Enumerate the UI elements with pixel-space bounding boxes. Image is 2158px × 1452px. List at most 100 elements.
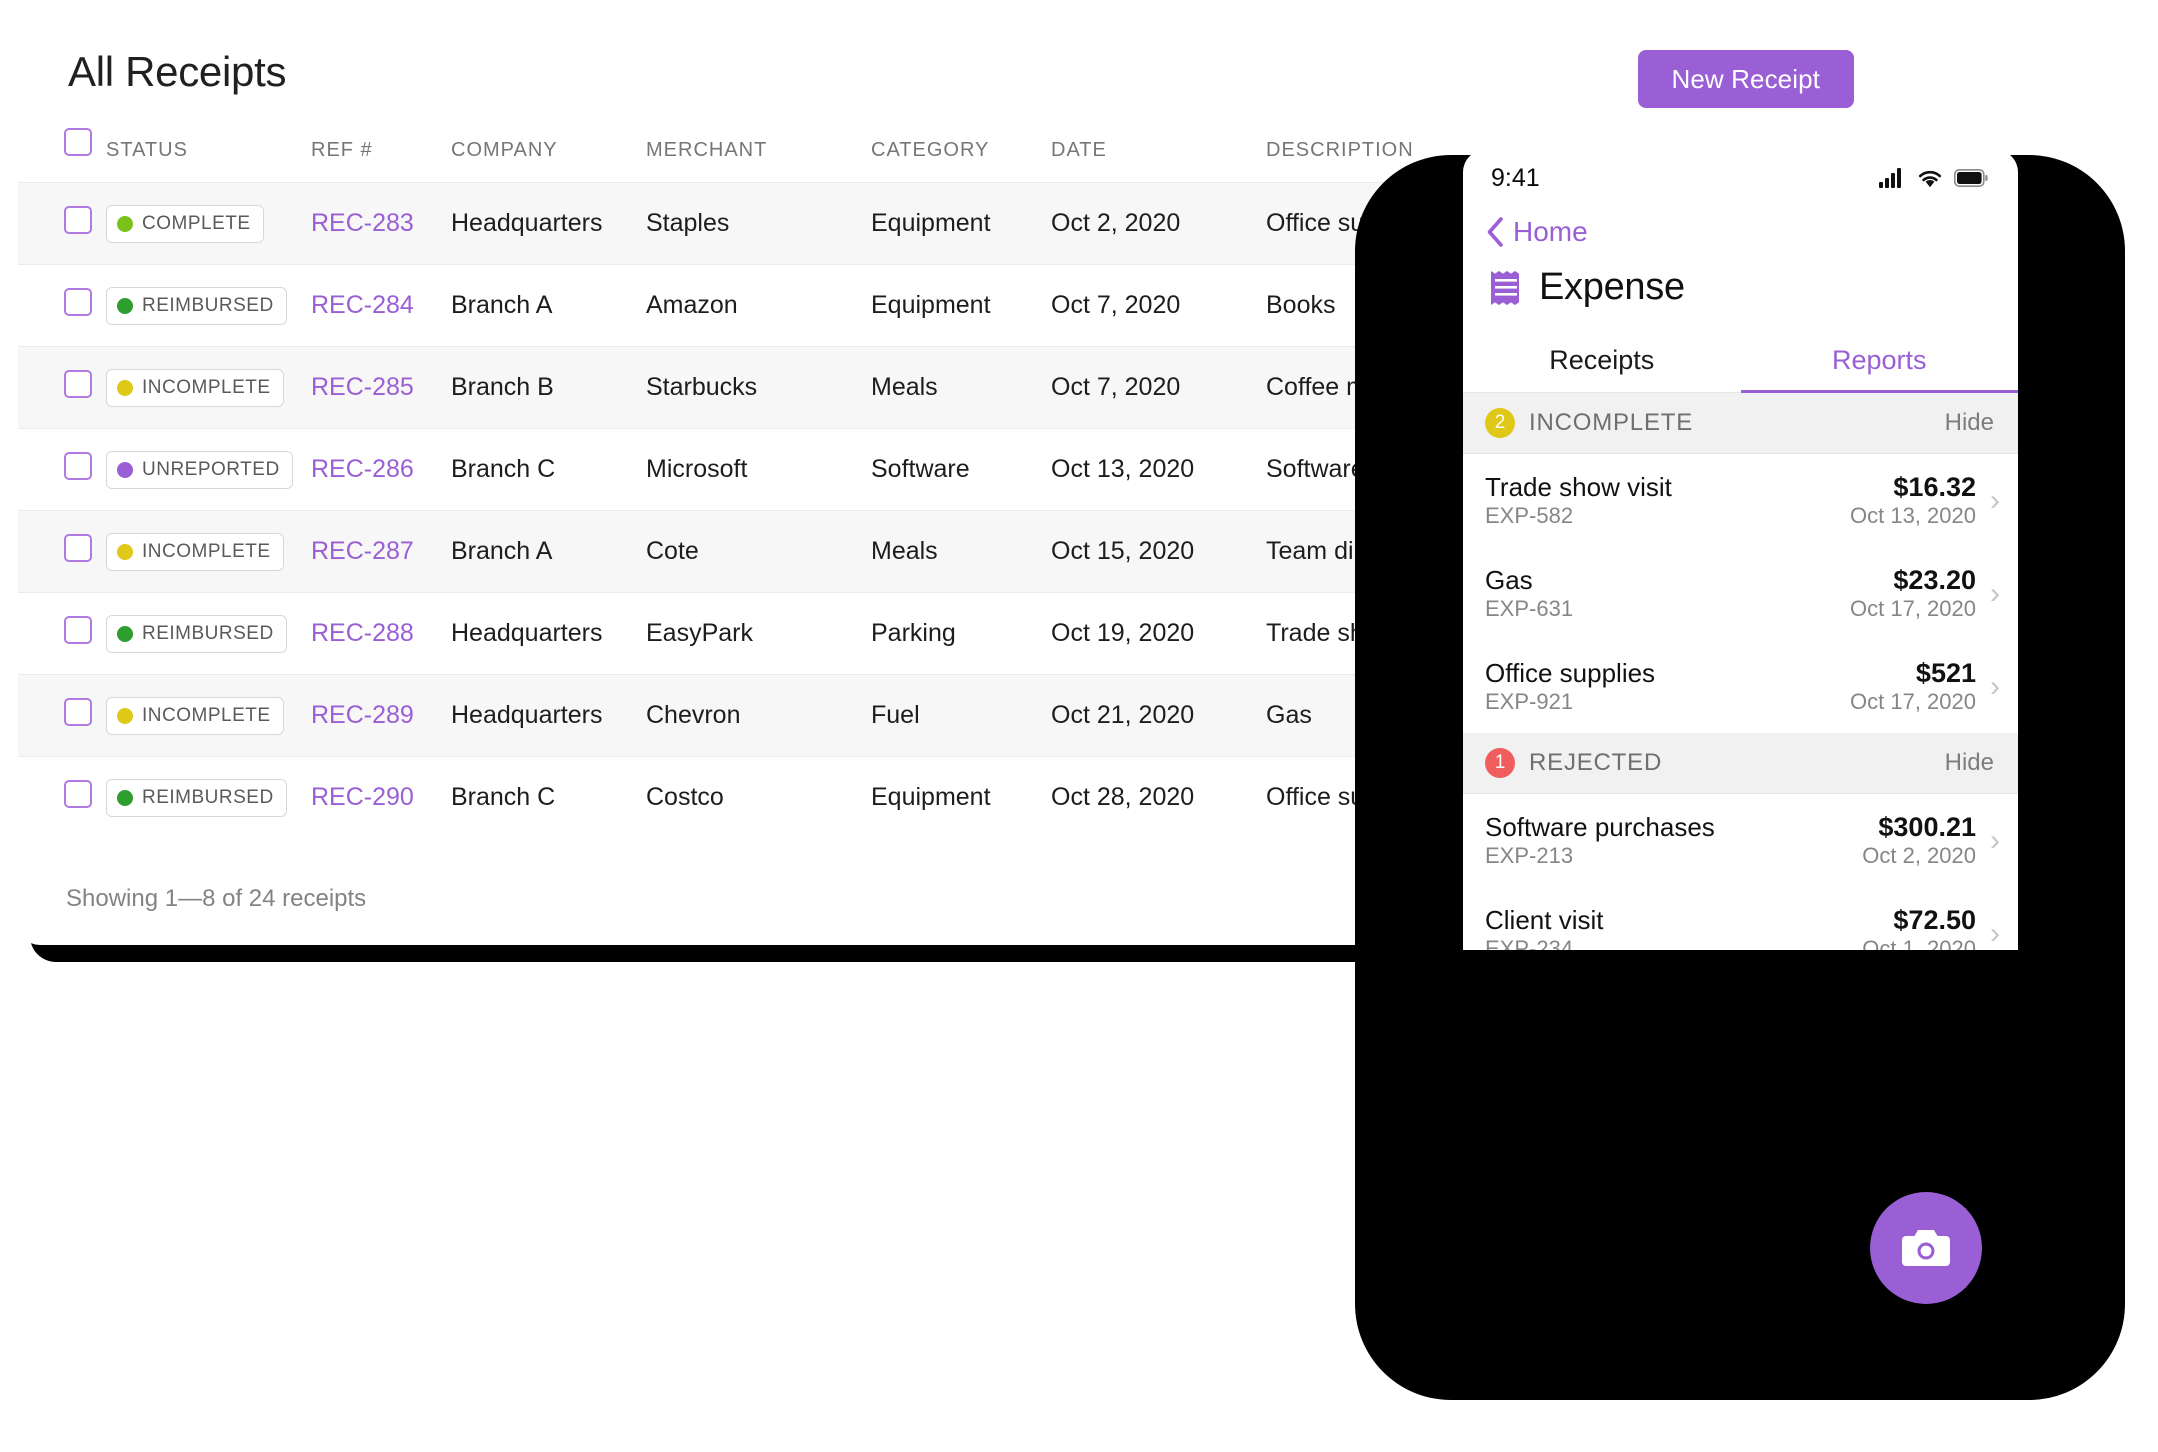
status-bar-time: 9:41 [1491, 164, 1540, 193]
column-header-company[interactable]: COMPANY [451, 128, 646, 183]
expense-date: Oct 17, 2020 [1850, 689, 1976, 714]
row-select-cell [18, 347, 106, 429]
app-title-row: Expense [1463, 248, 2018, 309]
receipt-ref-link[interactable]: REC-287 [311, 537, 414, 565]
date-cell: Oct 28, 2020 [1051, 757, 1266, 839]
date-cell: Oct 21, 2020 [1051, 675, 1266, 757]
receipt-ref-link[interactable]: REC-283 [311, 209, 414, 237]
expense-list-item[interactable]: Office suppliesEXP-921$521Oct 17, 2020› [1463, 640, 2018, 733]
expense-list-item[interactable]: Client visitEXP-234$72.50Oct 1, 2020› [1463, 887, 2018, 950]
expense-date: Oct 17, 2020 [1850, 596, 1976, 621]
expense-amount: $72.50 [1893, 905, 1976, 935]
expense-date: Oct 1, 2020 [1862, 936, 1976, 950]
status-badge: REIMBURSED [106, 779, 287, 817]
row-select-cell [18, 265, 106, 347]
status-dot [117, 216, 133, 232]
column-header-merchant[interactable]: MERCHANT [646, 128, 871, 183]
app-title: Expense [1539, 266, 1685, 309]
column-header-status[interactable]: STATUS [106, 128, 311, 183]
date-cell: Oct 13, 2020 [1051, 429, 1266, 511]
expense-name: Software purchases [1485, 812, 1715, 842]
expense-right: $23.20Oct 17, 2020 [1850, 565, 1976, 622]
row-checkbox[interactable] [64, 288, 92, 316]
row-checkbox[interactable] [64, 206, 92, 234]
expense-name: Gas [1485, 565, 1533, 595]
select-all-checkbox[interactable] [64, 128, 92, 156]
section-header-rejected[interactable]: 1REJECTEDHide [1463, 733, 2018, 794]
battery-full-icon [1954, 169, 1988, 187]
status-cell: COMPLETE [106, 183, 311, 265]
receipt-ref-link[interactable]: REC-285 [311, 373, 414, 401]
tab-reports[interactable]: Reports [1741, 339, 2019, 392]
ref-cell: REC-285 [311, 347, 451, 429]
status-cell: INCOMPLETE [106, 511, 311, 593]
phone-mockup: 9:41 [1463, 150, 2018, 950]
company-cell: Branch B [451, 347, 646, 429]
expense-left: Trade show visitEXP-582 [1485, 472, 1850, 529]
row-checkbox[interactable] [64, 616, 92, 644]
ref-cell: REC-289 [311, 675, 451, 757]
status-dot [117, 708, 133, 724]
back-to-home-button[interactable]: Home [1463, 206, 2018, 248]
receipt-ref-link[interactable]: REC-289 [311, 701, 414, 729]
row-checkbox[interactable] [64, 698, 92, 726]
row-checkbox[interactable] [64, 534, 92, 562]
column-header-date[interactable]: DATE [1051, 128, 1266, 183]
category-cell: Equipment [871, 265, 1051, 347]
status-dot [117, 626, 133, 642]
receipt-ref-link[interactable]: REC-290 [311, 783, 414, 811]
expense-id: EXP-213 [1485, 843, 1573, 868]
status-cell: INCOMPLETE [106, 675, 311, 757]
date-cell: Oct 19, 2020 [1051, 593, 1266, 675]
expense-list-item[interactable]: Software purchasesEXP-213$300.21Oct 2, 2… [1463, 794, 2018, 887]
status-label: COMPLETE [142, 213, 251, 235]
row-select-cell [18, 593, 106, 675]
row-checkbox[interactable] [64, 452, 92, 480]
date-cell: Oct 7, 2020 [1051, 347, 1266, 429]
row-select-cell [18, 675, 106, 757]
row-checkbox[interactable] [64, 370, 92, 398]
column-header-category[interactable]: CATEGORY [871, 128, 1051, 183]
category-cell: Fuel [871, 675, 1051, 757]
status-label: INCOMPLETE [142, 705, 271, 727]
chevron-right-icon: › [1990, 672, 2000, 702]
receipt-ref-link[interactable]: REC-284 [311, 291, 414, 319]
row-select-cell [18, 183, 106, 265]
expense-left: Software purchasesEXP-213 [1485, 812, 1862, 869]
status-dot [117, 380, 133, 396]
row-checkbox[interactable] [64, 780, 92, 808]
status-badge: REIMBURSED [106, 287, 287, 325]
new-receipt-button[interactable]: New Receipt [1638, 50, 1855, 108]
section-header-incomplete[interactable]: 2INCOMPLETEHide [1463, 393, 2018, 454]
receipt-ref-link[interactable]: REC-288 [311, 619, 414, 647]
expense-amount: $521 [1916, 658, 1976, 688]
expense-list-item[interactable]: Trade show visitEXP-582$16.32Oct 13, 202… [1463, 454, 2018, 547]
category-cell: Parking [871, 593, 1051, 675]
expense-right: $16.32Oct 13, 2020 [1850, 472, 1976, 529]
receipt-ref-link[interactable]: REC-286 [311, 455, 414, 483]
expense-name: Office supplies [1485, 658, 1655, 688]
row-select-cell [18, 511, 106, 593]
expense-list-item[interactable]: GasEXP-631$23.20Oct 17, 2020› [1463, 547, 2018, 640]
camera-fab-button[interactable] [1870, 1192, 1982, 1304]
expense-amount: $300.21 [1878, 812, 1976, 842]
company-cell: Headquarters [451, 183, 646, 265]
section-toggle-link[interactable]: Hide [1945, 749, 1994, 777]
section-count-badge: 2 [1485, 408, 1515, 438]
page-title: All Receipts [68, 48, 286, 96]
expense-right: $300.21Oct 2, 2020 [1862, 812, 1976, 869]
signal-bars-icon [1879, 168, 1906, 188]
merchant-cell: Chevron [646, 675, 871, 757]
column-header-ref[interactable]: REF # [311, 128, 451, 183]
company-cell: Headquarters [451, 593, 646, 675]
report-sections: 2INCOMPLETEHideTrade show visitEXP-582$1… [1463, 393, 2018, 950]
tab-receipts[interactable]: Receipts [1463, 339, 1741, 392]
status-cell: UNREPORTED [106, 429, 311, 511]
status-label: REIMBURSED [142, 623, 274, 645]
section-toggle-link[interactable]: Hide [1945, 409, 1994, 437]
company-cell: Headquarters [451, 675, 646, 757]
camera-icon [1900, 1226, 1952, 1270]
expense-right: $72.50Oct 1, 2020 [1862, 905, 1976, 950]
screenshot-stage: All Receipts New Receipt STATUS REF # CO… [0, 0, 2158, 1452]
row-select-cell [18, 757, 106, 839]
